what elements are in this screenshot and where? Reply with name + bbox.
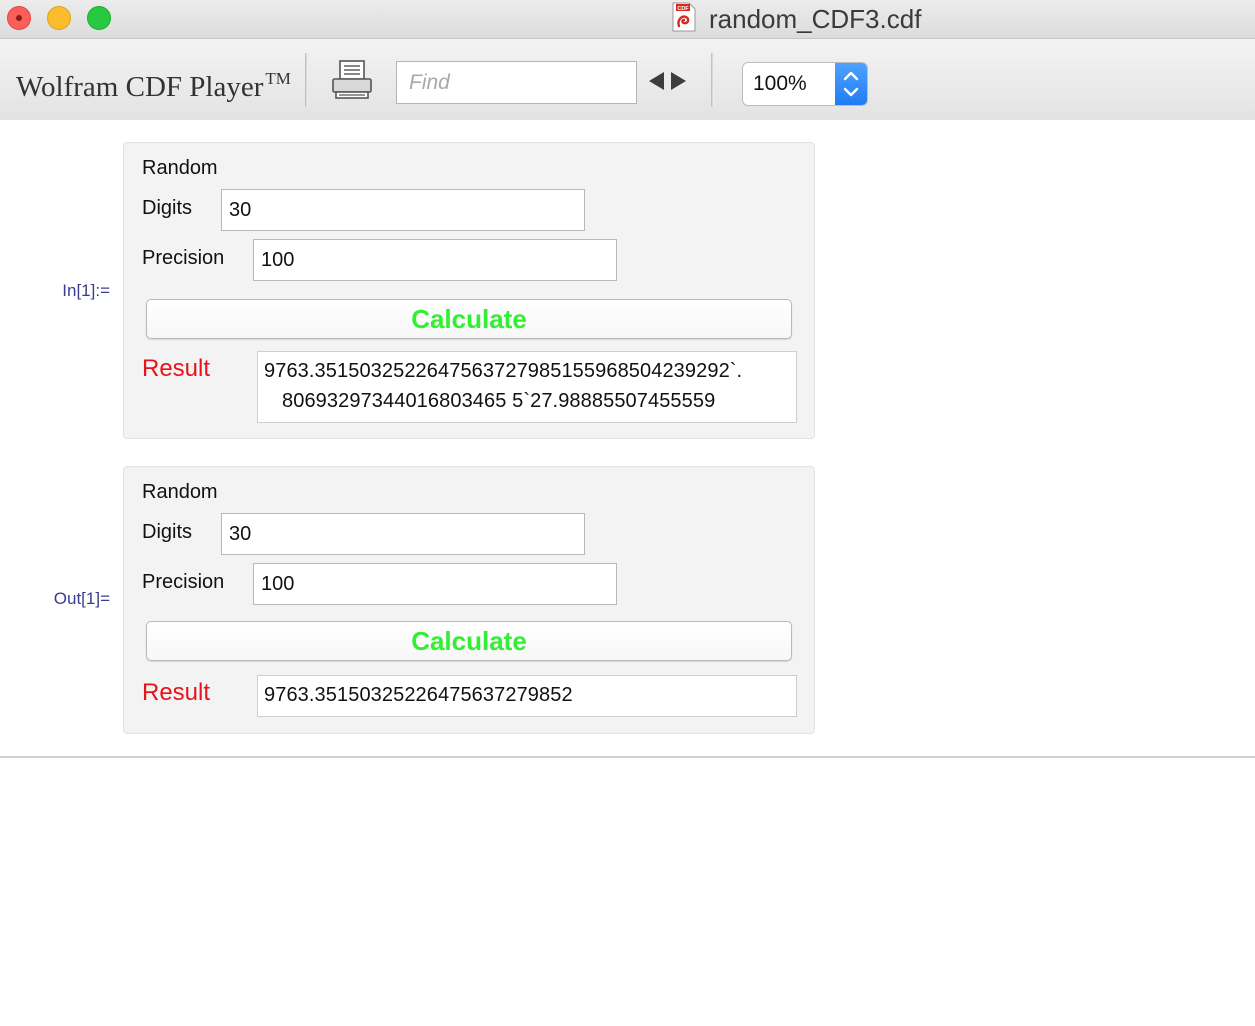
random-panel-input: Random Digits Precision Calculate Result… (123, 142, 815, 439)
cdf-document-icon: CDF (672, 2, 696, 32)
digits-field[interactable] (221, 189, 585, 231)
precision-field[interactable] (253, 563, 617, 605)
find-previous-icon[interactable] (646, 69, 666, 93)
calculate-button[interactable]: Calculate (146, 299, 792, 339)
zoom-window-button[interactable] (87, 6, 111, 30)
panel-title: Random (142, 157, 218, 179)
brand-name: Wolfram CDF Player (16, 71, 264, 103)
random-panel-output: Random Digits Precision Calculate Result… (123, 466, 815, 734)
notebook-content: In[1]:= Random Digits Precision Calculat… (0, 120, 1255, 756)
result-value: 9763.35150325226475637279852 (264, 684, 573, 706)
notebook-bottom-divider (0, 756, 1255, 758)
precision-field[interactable] (253, 239, 617, 281)
digits-label: Digits (142, 521, 193, 543)
result-label: Result (142, 679, 211, 706)
toolbar-divider (711, 53, 714, 107)
panel-title: Random (142, 481, 218, 503)
result-line-2: 80693297344016803465 5`27.98885507455559 (282, 390, 716, 412)
zoom-select[interactable]: 100% (742, 62, 868, 106)
digits-label: Digits (142, 197, 193, 219)
close-window-button[interactable] (7, 6, 31, 30)
toolbar: Wolfram CDF PlayerTM 100% (0, 39, 1255, 120)
toolbar-divider (305, 53, 308, 107)
find-input[interactable] (396, 61, 637, 104)
trademark-mark: TM (265, 69, 291, 88)
result-line-1: 9763.35150325226475637279851559685042392… (264, 360, 743, 382)
doc-icon-text: CDF (677, 6, 689, 12)
print-icon[interactable] (330, 59, 374, 101)
precision-label: Precision (142, 571, 225, 593)
minimize-window-button[interactable] (47, 6, 71, 30)
window-title: random_CDF3.cdf (709, 4, 922, 34)
input-cell-label: In[1]:= (62, 281, 110, 300)
zoom-stepper-icon[interactable] (835, 63, 867, 105)
title-bar: CDF random_CDF3.cdf (0, 0, 1255, 39)
cdf-player-window: CDF random_CDF3.cdf Wolfram CDF Player TM… (0, 0, 1255, 1026)
result-label: Result (142, 355, 211, 382)
output-cell-label: Out[1]= (53, 589, 110, 608)
digits-field[interactable] (221, 513, 585, 555)
app-brand-logo: Wolfram CDF Player TM (16, 61, 291, 105)
zoom-value: 100% (753, 72, 807, 95)
result-output: 9763.35150325226475637279851559685042392… (257, 351, 797, 423)
find-next-icon[interactable] (669, 69, 689, 93)
precision-label: Precision (142, 247, 225, 269)
calculate-button[interactable]: Calculate (146, 621, 792, 661)
result-output: 9763.35150325226475637279852 (257, 675, 797, 717)
